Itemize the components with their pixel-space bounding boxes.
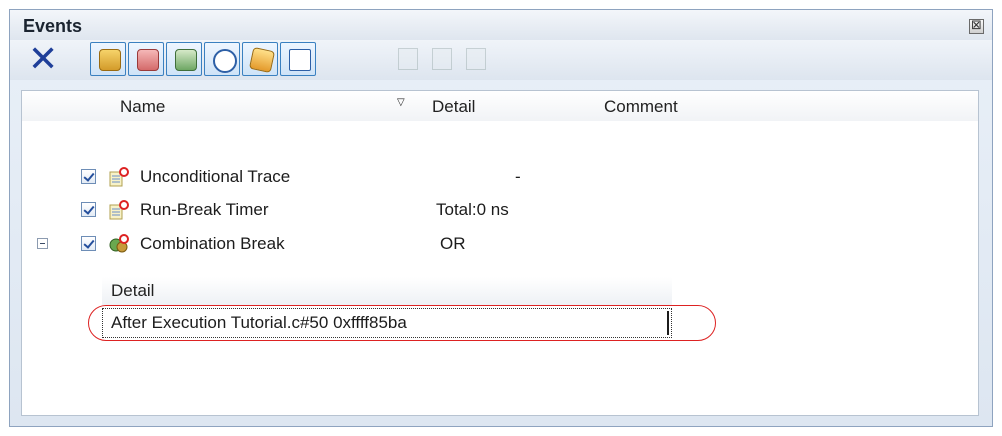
view-button[interactable] [280, 42, 316, 76]
collapse-toggle[interactable] [37, 238, 48, 249]
combination-break-button[interactable] [242, 42, 278, 76]
events-list: Name ▽ Detail Comment Unconditional Trac… [21, 90, 979, 416]
event-checkbox[interactable] [81, 236, 96, 251]
delete-icon[interactable]: ✕ [28, 42, 58, 78]
trace-button[interactable] [166, 42, 202, 76]
timer-event-icon [109, 200, 129, 220]
highlight-annotation [88, 305, 716, 341]
subtable-column-detail[interactable]: Detail [111, 281, 154, 301]
panel-titlebar: Events ⊠ [10, 10, 992, 40]
event-name: Combination Break [140, 234, 285, 253]
event-row-unconditional-trace[interactable]: Unconditional Trace - [22, 163, 978, 192]
subtable-header: Detail [102, 277, 672, 305]
events-toolbar: ✕ [10, 40, 992, 80]
event-name: Run-Break Timer [140, 200, 269, 219]
column-header-row: Name ▽ Detail Comment [22, 91, 978, 121]
hardware-break-button[interactable] [90, 42, 126, 76]
column-detail[interactable]: Detail [432, 97, 475, 117]
event-detail: - [515, 167, 521, 186]
view-icon [289, 49, 311, 71]
combination-break-event-icon [109, 234, 129, 253]
copy-icon [432, 48, 452, 70]
sort-indicator-icon: ▽ [397, 97, 405, 108]
close-button[interactable]: ⊠ [969, 19, 984, 34]
timer-button[interactable] [204, 42, 240, 76]
software-break-button[interactable] [128, 42, 164, 76]
events-panel: Events ⊠ ✕ Name ▽ Detail Comment Uncondi… [9, 9, 993, 427]
column-comment[interactable]: Comment [604, 97, 678, 117]
event-detail: OR [440, 234, 466, 253]
hardware-break-icon [99, 49, 121, 71]
paste-icon [466, 48, 486, 70]
combination-break-icon [248, 46, 276, 74]
copy-button[interactable] [428, 44, 454, 74]
event-name: Unconditional Trace [140, 167, 291, 186]
trace-icon [175, 49, 197, 71]
edit-button[interactable] [394, 44, 420, 74]
event-row-run-break-timer[interactable]: Run-Break Timer Total:0 ns [22, 196, 978, 225]
event-row-combination-break[interactable]: Combination Break OR [22, 230, 978, 259]
column-name[interactable]: Name [120, 97, 165, 117]
software-break-icon [137, 49, 159, 71]
event-checkbox[interactable] [81, 169, 96, 184]
paste-button[interactable] [462, 44, 488, 74]
event-checkbox[interactable] [81, 202, 96, 217]
timer-icon [213, 49, 237, 73]
edit-icon [398, 48, 418, 70]
event-detail: Total:0 ns [436, 200, 509, 219]
trace-event-icon [109, 167, 129, 187]
panel-title: Events [23, 16, 83, 36]
